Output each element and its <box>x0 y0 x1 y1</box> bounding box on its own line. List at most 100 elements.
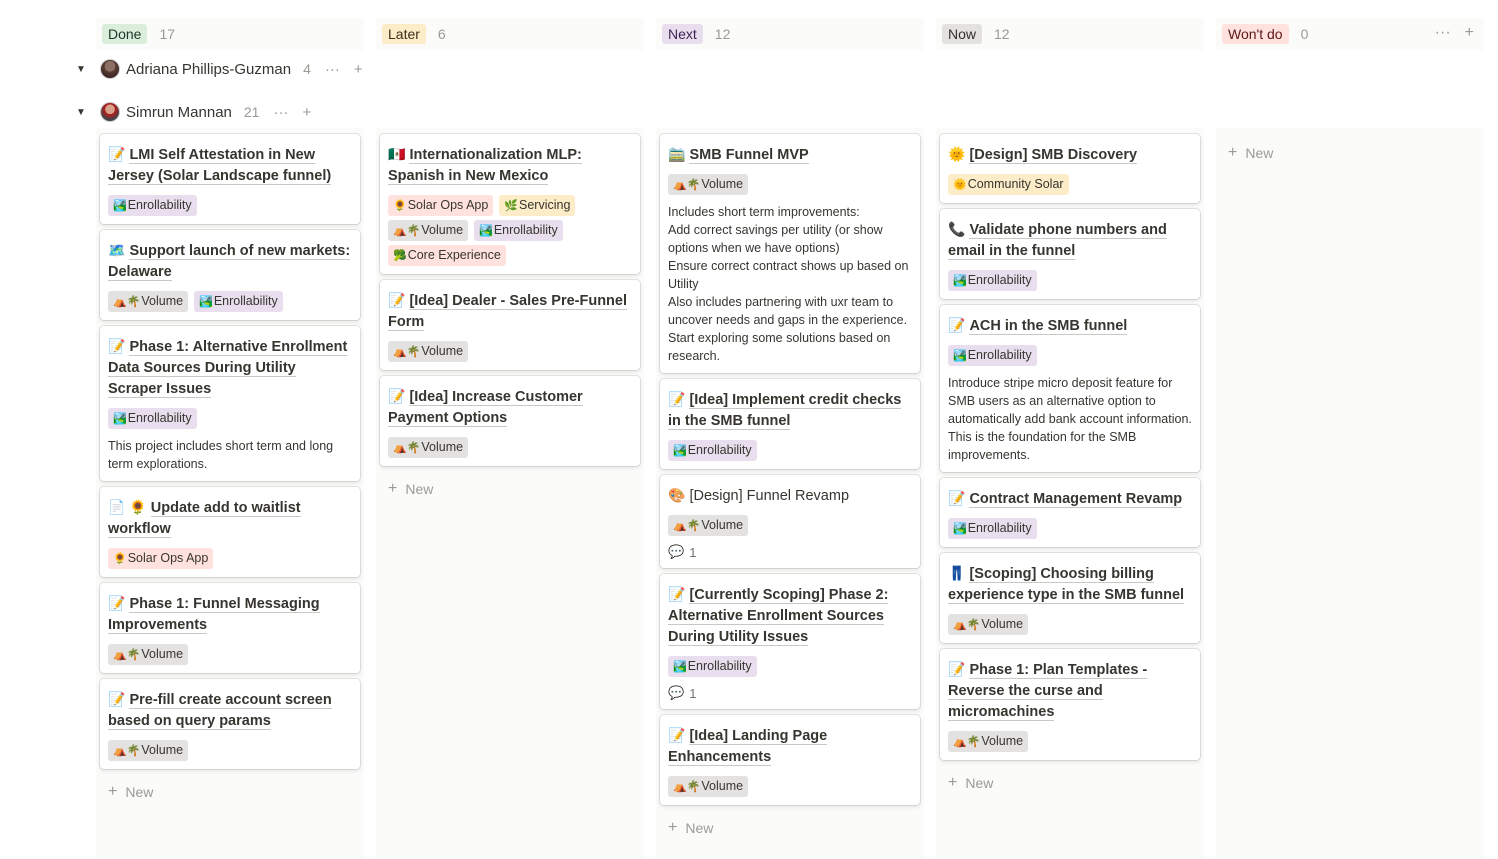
card-title[interactable]: 📞 Validate phone numbers and email in the… <box>948 219 1192 262</box>
card-title[interactable]: 🇲🇽 Internationalization MLP: Spanish in N… <box>388 144 632 187</box>
card-title-text: Contract Management Revamp <box>969 491 1183 508</box>
document-arrow-icon: 📝 <box>668 727 686 743</box>
comment-count[interactable]: 💬 1 <box>668 544 912 560</box>
tag-emoji-icon: 🏞️ <box>673 661 687 673</box>
tag-volume: ⛺🌴Volume <box>668 515 749 536</box>
tag-list: 🏞️Enrollability <box>668 440 912 461</box>
card-title[interactable]: 📝 [Currently Scoping] Phase 2: Alternativ… <box>668 584 912 648</box>
palette-icon: 🎨 <box>668 487 686 503</box>
card[interactable]: 📝 Phase 1: Plan Templates - Reverse the c… <box>940 649 1200 760</box>
card[interactable]: 🎨 [Design] Funnel Revamp ⛺🌴Volume 💬 1 <box>660 475 920 568</box>
card-title[interactable]: 📝 ACH in the SMB funnel <box>948 315 1192 337</box>
board: 📝 LMI Self Attestation in New Jersey (Sol… <box>96 128 1496 858</box>
tag-list: 🏞️Enrollability <box>108 408 352 429</box>
tag-volume: ⛺🌴Volume <box>108 291 189 312</box>
card[interactable]: 🇲🇽 Internationalization MLP: Spanish in N… <box>380 134 640 274</box>
column-header-next[interactable]: Next 12 <box>656 18 924 50</box>
card-title[interactable]: 📝 [Idea] Landing Page Enhancements <box>668 725 912 768</box>
card[interactable]: 📄 🌻 Update add to waitlist workflow 🌻Solar… <box>100 487 360 577</box>
tag-emoji-icon: ⛺🌴 <box>393 346 421 358</box>
tag-label: Volume <box>141 647 184 661</box>
card[interactable]: 🌞 [Design] SMB Discovery 🌞Community Solar <box>940 134 1200 203</box>
column-header-done[interactable]: Done 17 <box>96 18 364 50</box>
card[interactable]: 📝 [Idea] Dealer - Sales Pre-Funnel Form ⛺🌴… <box>380 280 640 370</box>
document-arrow-icon: 📝 <box>948 661 966 677</box>
column-header-now[interactable]: Now 12 <box>936 18 1204 50</box>
new-card-button[interactable]: + New <box>1220 134 1480 170</box>
card[interactable]: 📝 Pre-fill create account screen based on… <box>100 679 360 769</box>
tag-emoji-icon: 🏞️ <box>113 413 127 425</box>
card-title[interactable]: 📝 [Idea] Implement credit checks in the S… <box>668 389 912 432</box>
card[interactable]: 📝 [Idea] Landing Page Enhancements ⛺🌴Volum… <box>660 715 920 805</box>
more-icon[interactable]: ··· <box>273 104 288 121</box>
group-header-simrun[interactable]: ▼ Simrun Mannan 21 ··· + <box>76 99 311 125</box>
card[interactable]: 📝 [Idea] Increase Customer Payment Option… <box>380 376 640 466</box>
card-title[interactable]: 📝 Phase 1: Alternative Enrollment Data So… <box>108 336 352 400</box>
column-header-wont-do[interactable]: Won't do 0 ··· + <box>1216 18 1484 50</box>
card-title[interactable]: 📝 LMI Self Attestation in New Jersey (Sol… <box>108 144 352 187</box>
card[interactable]: 🚞 SMB Funnel MVP ⛺🌴Volume Includes short te… <box>660 134 920 373</box>
column-header-later[interactable]: Later 6 <box>376 18 644 50</box>
card-title[interactable]: 🌞 [Design] SMB Discovery <box>948 144 1192 166</box>
tag-label: Volume <box>701 177 744 191</box>
card[interactable]: 📝 LMI Self Attestation in New Jersey (Sol… <box>100 134 360 224</box>
comment-icon: 💬 <box>668 685 685 700</box>
card-title[interactable]: 📝 Contract Management Revamp <box>948 488 1192 510</box>
card[interactable]: 📝 Phase 1: Alternative Enrollment Data So… <box>100 326 360 481</box>
card[interactable]: 📝 Phase 1: Funnel Messaging Improvements ⛺… <box>100 583 360 673</box>
card[interactable]: 📝 Contract Management Revamp 🏞️Enrollabili… <box>940 478 1200 547</box>
card[interactable]: 🗺️ Support launch of new markets: Delawar… <box>100 230 360 320</box>
card-title[interactable]: 📝 Phase 1: Funnel Messaging Improvements <box>108 593 352 636</box>
card-title[interactable]: 🎨 [Design] Funnel Revamp <box>668 485 912 507</box>
caret-down-icon[interactable]: ▼ <box>76 64 90 75</box>
caret-down-icon[interactable]: ▼ <box>76 107 90 118</box>
tag-emoji-icon: 🥦 <box>393 250 407 262</box>
plus-icon[interactable]: + <box>354 61 363 78</box>
card-title[interactable]: 🚞 SMB Funnel MVP <box>668 144 912 166</box>
tag-emoji-icon: 🌞 <box>953 179 967 191</box>
tag-enrollability: 🏞️Enrollability <box>948 518 1037 539</box>
tag-volume: ⛺🌴Volume <box>388 220 469 241</box>
card[interactable]: 📝 ACH in the SMB funnel 🏞️Enrollability Int… <box>940 305 1200 472</box>
tag-emoji-icon: ⛺🌴 <box>113 649 141 661</box>
card-title[interactable]: 📝 Phase 1: Plan Templates - Reverse the c… <box>948 659 1192 723</box>
more-icon[interactable]: ··· <box>1435 24 1451 42</box>
more-icon[interactable]: ··· <box>325 61 340 78</box>
card-title[interactable]: 🗺️ Support launch of new markets: Delawar… <box>108 240 352 283</box>
tag-list: ⛺🌴Volume <box>948 731 1192 752</box>
tag-emoji-icon: 🏞️ <box>953 275 967 287</box>
plus-icon: + <box>1228 144 1238 161</box>
card[interactable]: 📞 Validate phone numbers and email in the… <box>940 209 1200 299</box>
tag-enrollability: 🏞️Enrollability <box>668 440 757 461</box>
tag-community-solar: 🌞Community Solar <box>948 174 1069 195</box>
column-count: 17 <box>159 26 176 42</box>
column-header-actions: ··· + <box>1435 24 1474 42</box>
plus-icon: + <box>948 774 958 791</box>
tag-list: 🌻Solar Ops App <box>108 548 352 569</box>
new-card-button[interactable]: + New <box>660 811 920 845</box>
new-card-button[interactable]: + New <box>380 472 640 506</box>
card-title[interactable]: 📄 🌻 Update add to waitlist workflow <box>108 497 352 540</box>
new-card-button[interactable]: + New <box>940 766 1200 800</box>
avatar <box>100 102 120 122</box>
card-title[interactable]: 👖 [Scoping] Choosing billing experience t… <box>948 563 1192 606</box>
comment-count[interactable]: 💬 1 <box>668 685 912 701</box>
tag-enrollability: 🏞️Enrollability <box>194 291 283 312</box>
new-label: New <box>1245 145 1274 161</box>
plus-icon[interactable]: + <box>302 104 311 121</box>
tag-volume: ⛺🌴Volume <box>948 614 1029 635</box>
tag-label: Volume <box>421 344 464 358</box>
card-title[interactable]: 📝 [Idea] Increase Customer Payment Option… <box>388 386 632 429</box>
tag-emoji-icon: ⛺🌴 <box>953 619 981 631</box>
plus-icon[interactable]: + <box>1465 24 1474 42</box>
new-card-button[interactable]: + New <box>100 775 360 809</box>
group-header-adriana[interactable]: ▼ Adriana Phillips-Guzman 4 ··· + <box>76 56 363 82</box>
card-title[interactable]: 📝 [Idea] Dealer - Sales Pre-Funnel Form <box>388 290 632 333</box>
card-title-text: [Idea] Implement credit checks in the SM… <box>668 392 902 430</box>
card[interactable]: 👖 [Scoping] Choosing billing experience t… <box>940 553 1200 643</box>
card[interactable]: 📝 [Idea] Implement credit checks in the S… <box>660 379 920 469</box>
status-pill: Won't do <box>1222 24 1289 44</box>
card-title[interactable]: 📝 Pre-fill create account screen based on… <box>108 689 352 732</box>
card[interactable]: 📝 [Currently Scoping] Phase 2: Alternativ… <box>660 574 920 709</box>
card-description: This project includes short term and lon… <box>108 439 334 471</box>
